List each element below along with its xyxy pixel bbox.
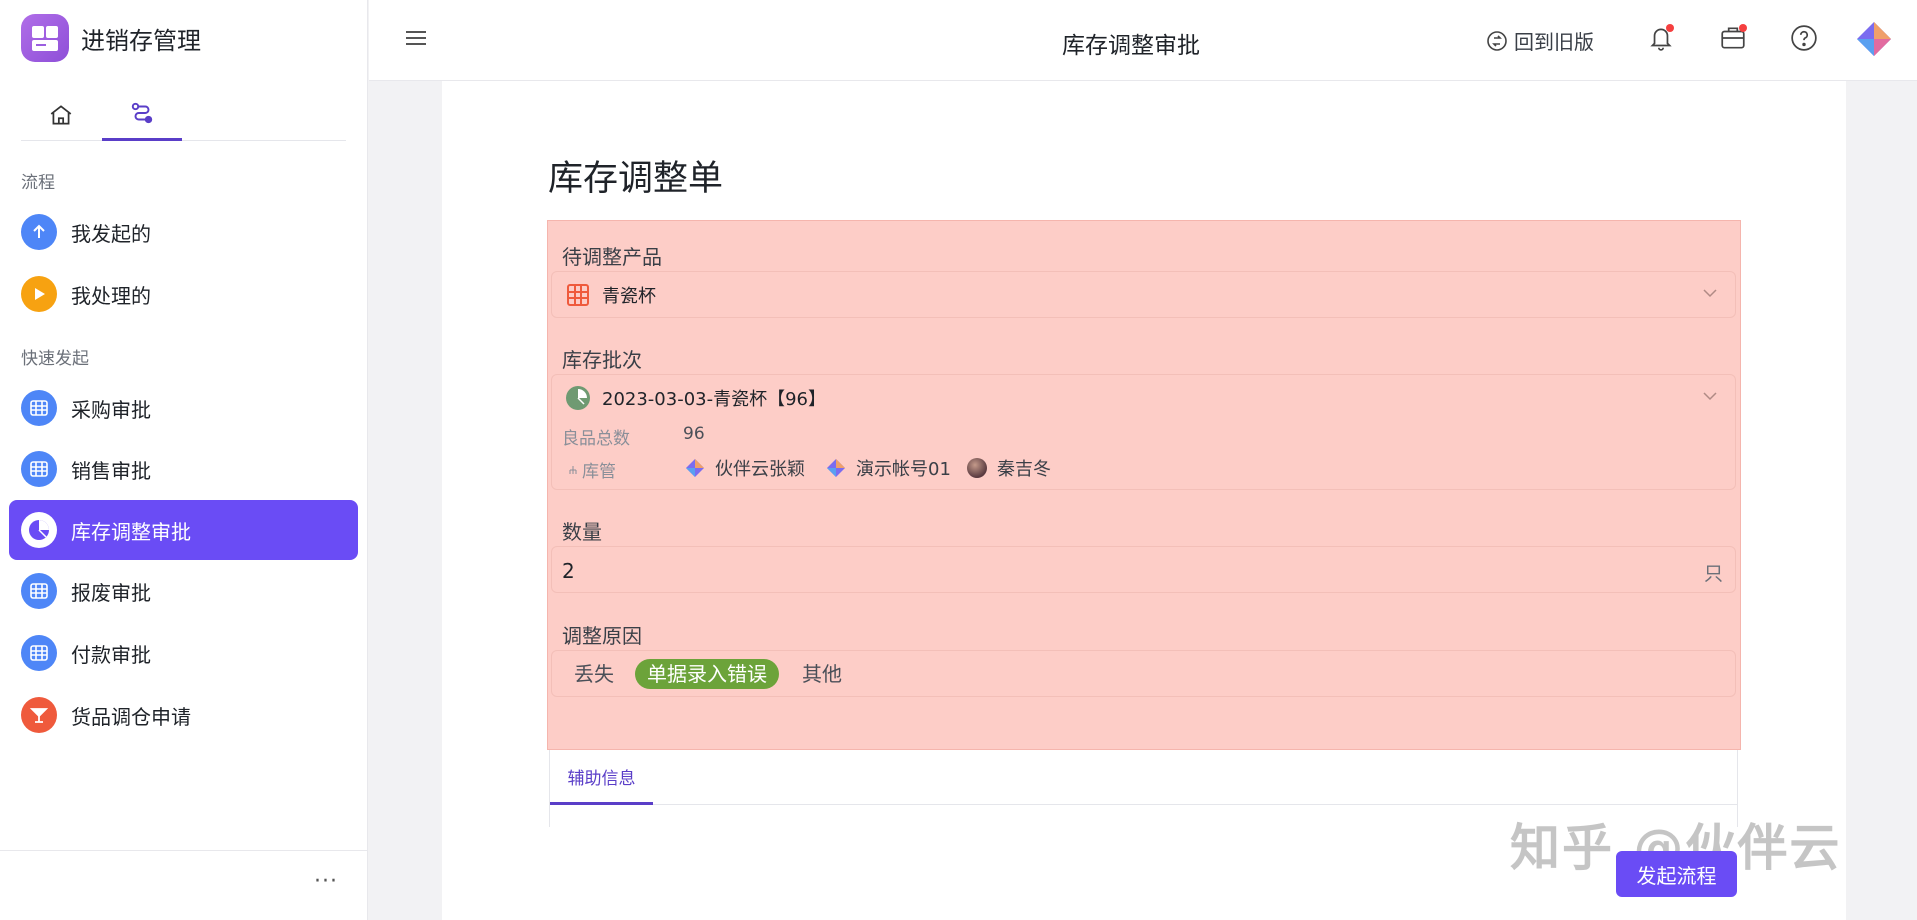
notification-dot <box>1666 24 1674 32</box>
top-header: 库存调整审批 回到旧版 <box>369 0 1917 81</box>
sidebar-footer: ··· <box>0 850 368 920</box>
brand: 进销存管理 <box>21 14 201 62</box>
old-version-link[interactable]: 回到旧版 <box>1486 26 1594 55</box>
sidebar-item-handled[interactable]: 我处理的 <box>9 264 358 324</box>
form-title: 库存调整单 <box>548 159 724 199</box>
batch-value-text: 2023-03-03-青瓷杯【96】 <box>602 389 827 410</box>
batch-value: 2023-03-03-青瓷杯【96】 <box>566 385 826 411</box>
play-icon <box>21 276 57 312</box>
user-avatar[interactable] <box>1855 20 1893 62</box>
chevron-down-icon <box>1703 289 1717 298</box>
app-title: 进销存管理 <box>81 26 201 55</box>
quantity-value: 2 <box>562 559 575 583</box>
notification-button[interactable] <box>1648 24 1674 56</box>
workbench-button[interactable] <box>1719 24 1747 56</box>
reason-label: 调整原因 <box>562 624 642 648</box>
reason-option-lost[interactable]: 丢失 <box>574 659 614 689</box>
cocktail-icon <box>21 697 57 733</box>
avatar-diamond-icon <box>827 459 845 477</box>
grid-icon <box>21 573 57 609</box>
tab-aux-info[interactable]: 辅助信息 <box>550 750 653 805</box>
sidebar-item-scrap[interactable]: 报废审批 <box>9 561 358 621</box>
org-icon <box>569 465 577 474</box>
product-value: 青瓷杯 <box>566 282 656 308</box>
help-icon <box>1791 25 1817 51</box>
chevron-down-icon <box>1703 392 1717 401</box>
sidebar: 进销存管理 流程 我发起的 我处理的 快速发起 采购审批 销售审批 库存调整审批… <box>0 0 368 920</box>
sidebar-item-purchase[interactable]: 采购审批 <box>9 378 358 438</box>
quantity-label: 数量 <box>562 520 602 544</box>
tab-flow[interactable] <box>102 88 182 141</box>
old-version-label: 回到旧版 <box>1514 30 1594 54</box>
sidebar-item-label: 库存调整审批 <box>71 519 191 544</box>
product-value-text: 青瓷杯 <box>602 286 656 307</box>
pie-icon <box>21 512 57 548</box>
more-button[interactable]: ··· <box>314 869 338 894</box>
reason-option-entry-error[interactable]: 单据录入错误 <box>635 659 779 689</box>
workbench-dot <box>1739 24 1747 32</box>
keeper-person: 伙伴云张颖 <box>685 455 805 481</box>
batch-pie-icon <box>566 386 590 410</box>
switch-icon <box>1487 30 1507 51</box>
reason-option-other[interactable]: 其他 <box>802 659 842 689</box>
reason-options: 丢失 单据录入错误 其他 <box>551 650 1736 697</box>
section-quick-label: 快速发起 <box>21 349 89 369</box>
keeper-person: 秦吉冬 <box>967 455 1051 481</box>
sidebar-item-inventory-adjust[interactable]: 库存调整审批 <box>9 500 358 560</box>
aux-tabs: 辅助信息 <box>549 750 1738 805</box>
quantity-input[interactable]: 2 只 <box>551 546 1736 593</box>
sidebar-item-label: 我发起的 <box>71 221 151 246</box>
sidebar-item-payment[interactable]: 付款审批 <box>9 623 358 683</box>
sidebar-item-initiated[interactable]: 我发起的 <box>9 202 358 262</box>
app-logo-icon <box>21 14 69 62</box>
quantity-unit: 只 <box>1703 563 1723 585</box>
keeper-name: 伙伴云张颖 <box>715 459 805 480</box>
keeper-name: 秦吉冬 <box>997 459 1051 480</box>
batch-select[interactable]: 2023-03-03-青瓷杯【96】 良品总数 96 库管 伙伴云张颖 演示帐号… <box>551 374 1736 490</box>
sidebar-item-label: 付款审批 <box>71 642 151 667</box>
product-grid-icon <box>567 284 589 306</box>
sidebar-item-transfer[interactable]: 货品调仓申请 <box>9 685 358 745</box>
sidebar-tabs <box>21 88 346 141</box>
avatar-photo <box>967 458 987 478</box>
grid-icon <box>21 635 57 671</box>
help-button[interactable] <box>1790 24 1818 56</box>
avatar-diamond-icon <box>686 459 704 477</box>
sidebar-item-label: 我处理的 <box>71 283 151 308</box>
keeper-label-wrap: 库管 <box>568 457 616 482</box>
section-flow-label: 流程 <box>21 173 55 193</box>
product-label: 待调整产品 <box>562 245 662 269</box>
good-total-value: 96 <box>683 424 705 444</box>
grid-icon <box>21 451 57 487</box>
submit-button[interactable]: 发起流程 <box>1616 851 1737 897</box>
grid-icon <box>21 390 57 426</box>
sidebar-item-label: 销售审批 <box>71 458 151 483</box>
keeper-person: 演示帐号01 <box>826 455 951 481</box>
good-total-label: 良品总数 <box>562 429 630 449</box>
sidebar-item-label: 报废审批 <box>71 580 151 605</box>
sidebar-item-label: 采购审批 <box>71 397 151 422</box>
flow-icon <box>131 102 153 124</box>
home-icon <box>50 104 72 125</box>
arrow-up-icon <box>21 214 57 250</box>
keeper-label: 库管 <box>582 462 616 482</box>
keeper-name: 演示帐号01 <box>856 459 951 480</box>
batch-label: 库存批次 <box>562 348 642 372</box>
sidebar-item-label: 货品调仓申请 <box>71 704 191 729</box>
brand-diamond-icon <box>1857 22 1891 56</box>
product-select[interactable]: 青瓷杯 <box>551 271 1736 318</box>
sidebar-item-sales[interactable]: 销售审批 <box>9 439 358 499</box>
tab-home[interactable] <box>21 88 101 141</box>
